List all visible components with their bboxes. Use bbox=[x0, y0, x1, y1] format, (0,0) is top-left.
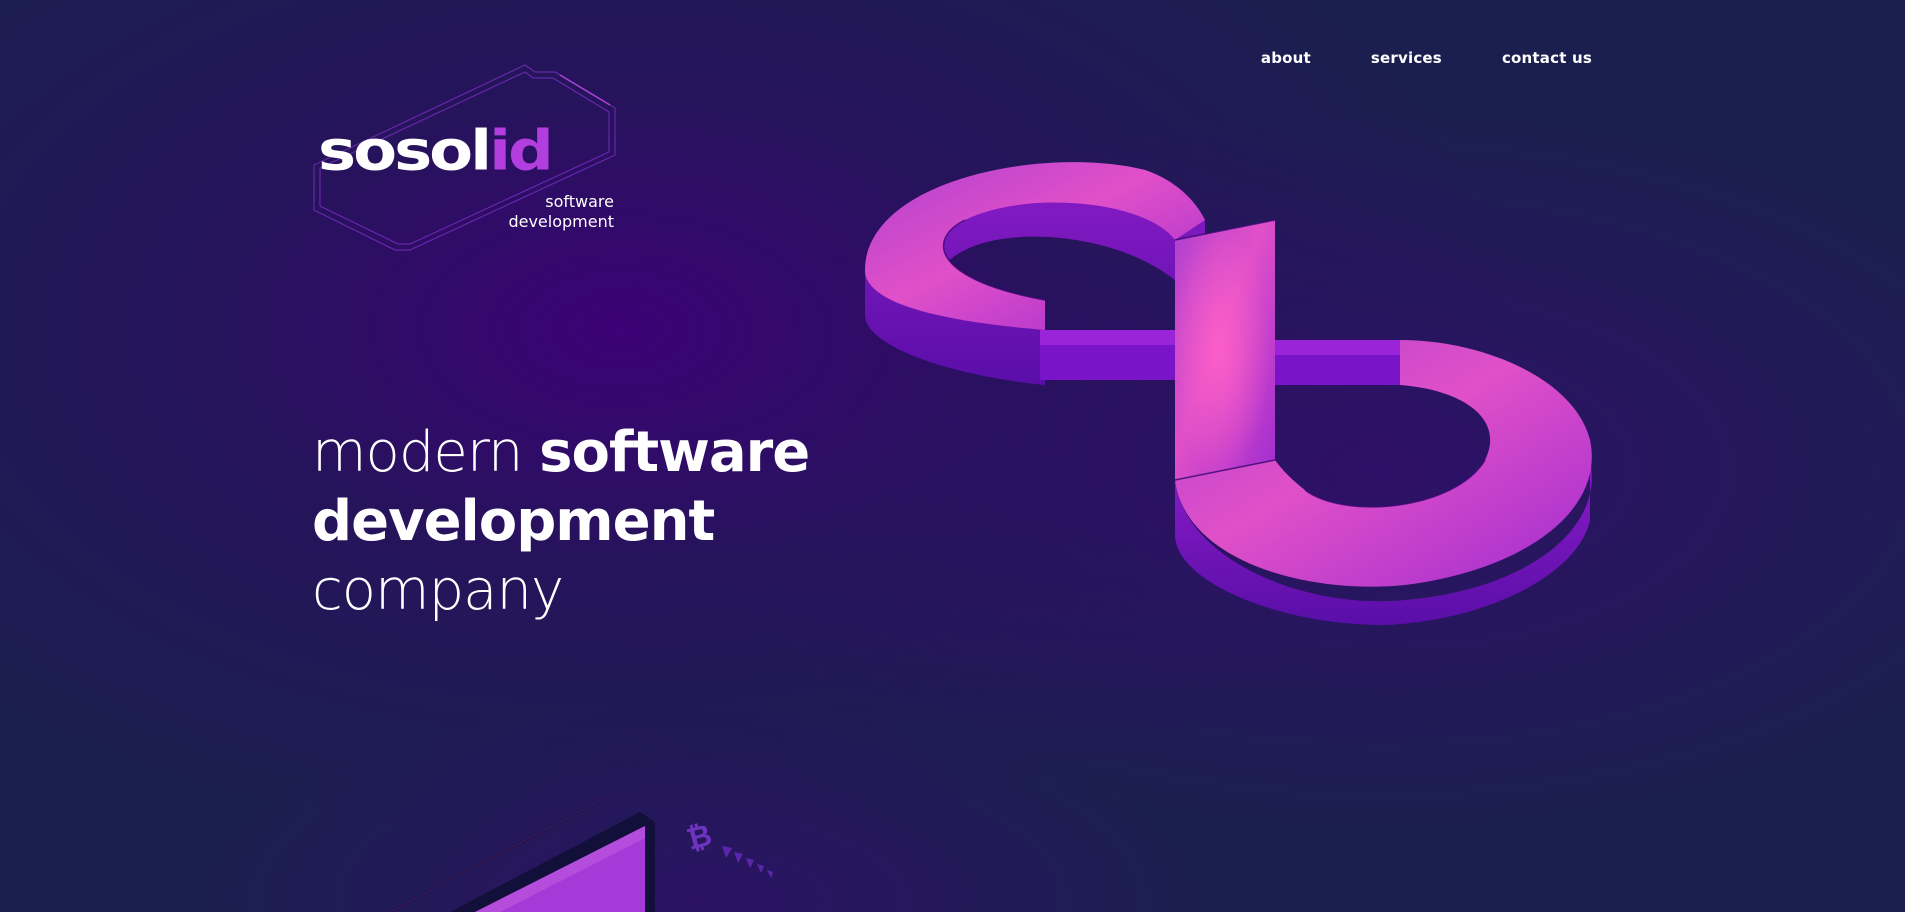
logo-tagline-line1: software bbox=[545, 192, 614, 211]
nav-contact-link[interactable]: contact us bbox=[1502, 49, 1592, 67]
hero-word-software: software bbox=[539, 420, 810, 485]
logo-tagline-line2: development bbox=[508, 212, 614, 231]
hero-line-2: development bbox=[312, 489, 715, 554]
infinity-icon bbox=[865, 162, 1592, 625]
logo-wordmark-primary: sosol bbox=[318, 119, 492, 184]
logo-tagline: software development bbox=[508, 192, 614, 232]
brand-logo[interactable]: sosolid software development bbox=[310, 60, 620, 255]
bitcoin-icon: ₿ bbox=[683, 818, 716, 858]
main-nav: about services contact us bbox=[1261, 48, 1592, 68]
hero-word-modern: modern bbox=[312, 420, 540, 485]
laptop-illustration-icon: ₿ bbox=[390, 794, 773, 912]
hero-line-1: modern software bbox=[312, 418, 810, 487]
logo-wordmark: sosolid bbox=[318, 124, 554, 179]
nav-services-link[interactable]: services bbox=[1371, 49, 1442, 67]
hero-headline: modern software development company bbox=[312, 418, 810, 625]
logo-wordmark-accent: id bbox=[489, 119, 554, 184]
hero-line-3: company bbox=[312, 558, 564, 623]
svg-text:₿: ₿ bbox=[683, 818, 716, 858]
nav-about-link[interactable]: about bbox=[1261, 49, 1311, 67]
